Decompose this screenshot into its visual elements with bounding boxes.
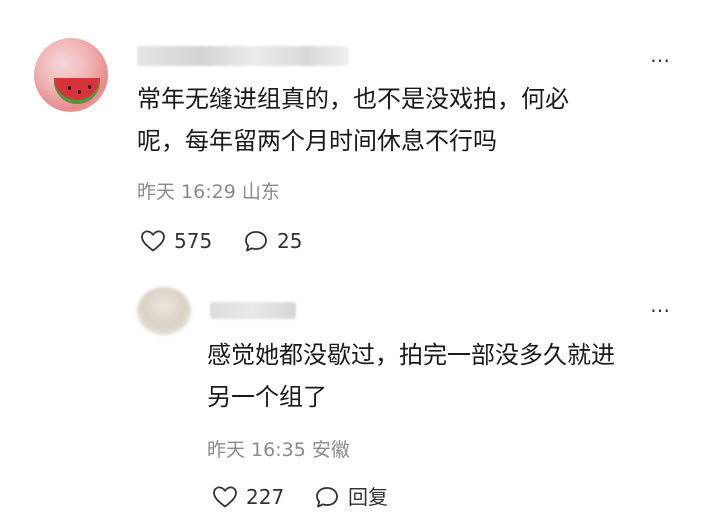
avatar[interactable] <box>34 38 108 112</box>
reply-time: 昨天 16:35 <box>207 439 306 461</box>
comment-bubble-icon <box>316 487 338 508</box>
heart-icon <box>141 230 165 252</box>
like-button[interactable]: 575 <box>140 229 212 253</box>
more-dots-icon[interactable]: ⋯ <box>650 300 672 320</box>
reply-button[interactable]: 回复 <box>314 485 388 509</box>
comment-time: 昨天 16:29 <box>137 181 236 203</box>
reply-like-count: 227 <box>246 485 285 509</box>
username-blurred[interactable] <box>137 46 349 66</box>
comment-text-line: 呢，每年留两个月时间休息不行吗 <box>137 127 497 155</box>
heart-icon <box>213 486 237 508</box>
reply-count-button[interactable]: 25 <box>243 229 302 253</box>
like-count: 575 <box>174 229 213 253</box>
reply-label: 回复 <box>348 485 388 509</box>
comment-bubble-icon <box>245 231 267 252</box>
comment-meta: 昨天 16:29 山东 <box>137 180 280 204</box>
reply-username-blurred[interactable] <box>210 302 296 319</box>
reply-like-button[interactable]: 227 <box>212 485 284 509</box>
reply-avatar[interactable] <box>137 287 191 335</box>
reply-text-line: 感觉她都没歇过，拍完一部没多久就进 <box>207 341 615 369</box>
comment-text: 常年无缝进组真的，也不是没戏拍，何必 呢，每年留两个月时间休息不行吗 <box>137 78 569 162</box>
reply-count: 25 <box>277 229 303 253</box>
reply-text: 感觉她都没歇过，拍完一部没多久就进 另一个组了 <box>207 334 615 418</box>
reply-meta: 昨天 16:35 安徽 <box>207 438 350 462</box>
reply-text-line: 另一个组了 <box>207 383 327 411</box>
reply-location: 安徽 <box>311 439 350 461</box>
more-dots-icon[interactable]: ⋯ <box>650 50 672 70</box>
comment-text-line: 常年无缝进组真的，也不是没戏拍，何必 <box>137 85 569 113</box>
comment-location: 山东 <box>241 181 280 203</box>
